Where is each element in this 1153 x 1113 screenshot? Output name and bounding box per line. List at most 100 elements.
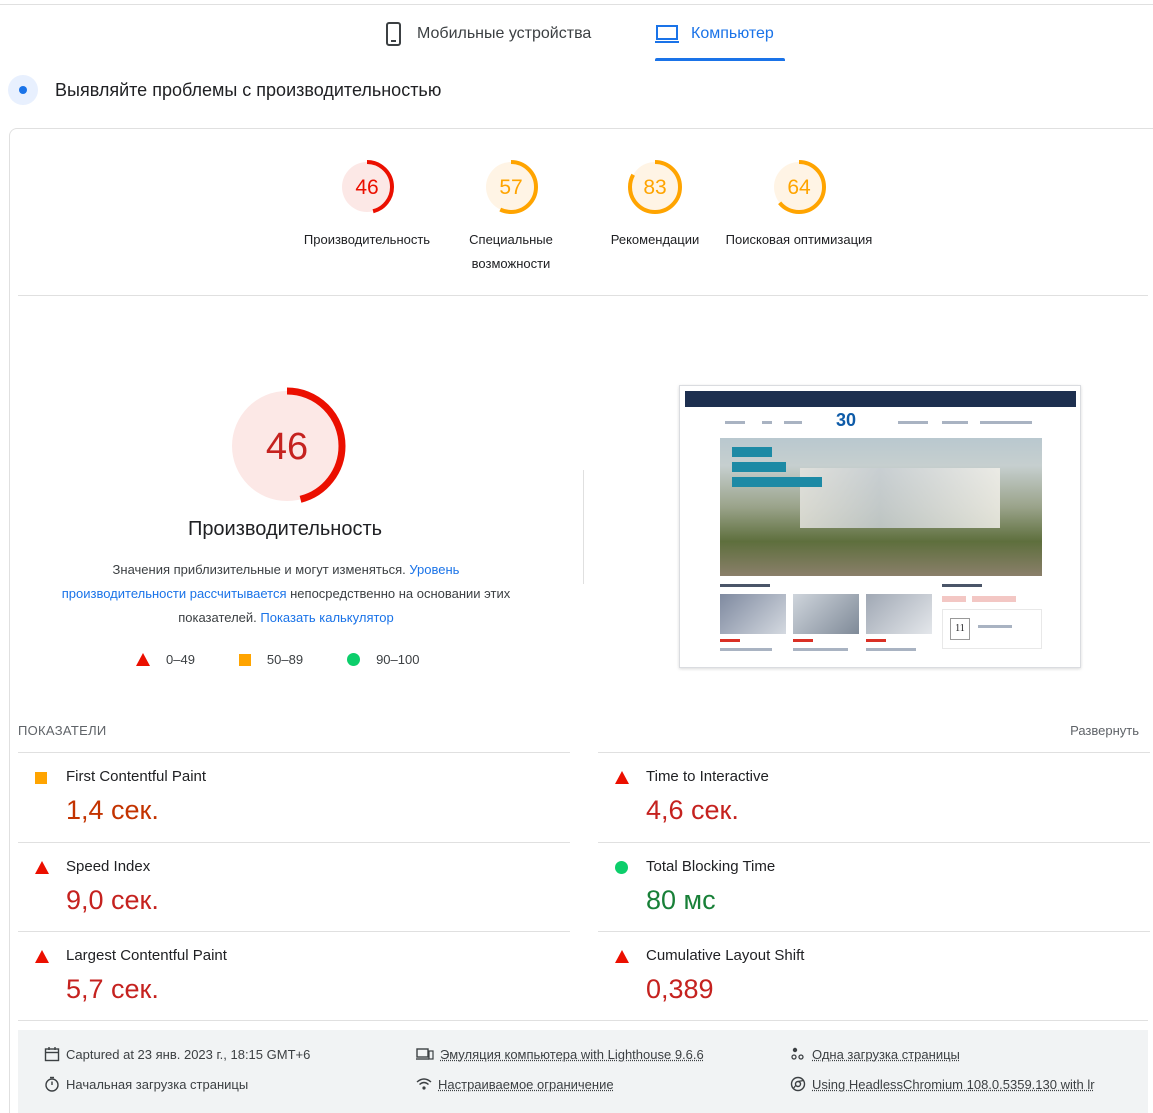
metrics-bottom-divider bbox=[18, 1020, 1148, 1021]
site-topbar bbox=[685, 391, 1076, 407]
score-value: 83 bbox=[643, 176, 666, 199]
captured-text: Captured at 23 янв. 2023 г., 18:15 GMT+6 bbox=[66, 1046, 311, 1062]
site-building-image bbox=[800, 468, 1000, 528]
site-news-title bbox=[793, 648, 848, 651]
square-icon bbox=[238, 653, 251, 666]
score-gauge-accessibility[interactable]: 57 Специальные возможности bbox=[436, 156, 586, 276]
single-load-text: Одна загрузка страницы bbox=[812, 1046, 960, 1062]
circle-icon bbox=[347, 653, 361, 666]
site-nav-item bbox=[784, 421, 802, 424]
fail-triangle-icon bbox=[615, 950, 629, 963]
timer-icon bbox=[44, 1076, 60, 1092]
score-gauges: 46 Производительность 57 Специальные возмож… bbox=[0, 156, 1153, 286]
fail-triangle-icon bbox=[35, 950, 49, 963]
score-gauge-performance[interactable]: 46 Производительность bbox=[292, 156, 442, 252]
score-label: Рекомендации bbox=[610, 232, 700, 247]
score-value: 64 bbox=[787, 176, 811, 199]
site-news-date bbox=[866, 639, 886, 642]
metric-status bbox=[35, 950, 49, 968]
metric-value: 80 мс bbox=[646, 884, 716, 915]
tab-desktop[interactable]: Компьютер bbox=[655, 22, 774, 62]
tab-mobile-label: Мобильные устройства bbox=[417, 25, 592, 42]
calendar-icon bbox=[44, 1046, 60, 1062]
single-load-info[interactable]: Одна загрузка страницы bbox=[790, 1046, 960, 1062]
tab-desktop-label: Компьютер bbox=[691, 25, 774, 42]
average-square-icon bbox=[35, 772, 47, 784]
chrome-icon bbox=[790, 1076, 806, 1092]
metric-name: Speed Index bbox=[66, 857, 151, 875]
metrics-title: ПОКАЗАТЕЛИ bbox=[18, 723, 107, 738]
metric-value: 4,6 сек. bbox=[646, 795, 739, 825]
throttling-text: Настраиваемое ограничение bbox=[438, 1076, 614, 1092]
active-tab-indicator bbox=[655, 58, 785, 61]
site-event-title bbox=[978, 625, 1012, 628]
metric-cumulative-layout-shift: Cumulative Layout Shift 0,389 bbox=[598, 931, 1150, 1021]
vertical-divider bbox=[583, 470, 584, 584]
devices-icon bbox=[416, 1046, 434, 1062]
metric-value: 5,7 сек. bbox=[66, 974, 159, 1004]
site-hero-tag bbox=[732, 462, 786, 472]
score-label: Специальные возможности bbox=[469, 232, 553, 271]
score-ring: 64 bbox=[772, 160, 826, 214]
laptop-icon bbox=[655, 22, 679, 46]
expand-toggle[interactable]: Развернуть bbox=[1070, 723, 1139, 738]
site-event-tab bbox=[942, 596, 966, 602]
smartphone-icon bbox=[383, 22, 405, 46]
performance-gauge[interactable]: 46 bbox=[226, 385, 348, 512]
wifi-icon bbox=[416, 1076, 432, 1092]
metric-name: First Contentful Paint bbox=[66, 768, 207, 785]
metric-value: 0,389 bbox=[646, 974, 714, 1004]
emulation-text: Эмуляция компьютера with Lighthouse 9.6.… bbox=[440, 1046, 704, 1062]
site-calendar-date: 11 bbox=[950, 618, 970, 640]
final-screenshot[interactable]: 30 11 bbox=[679, 385, 1081, 668]
site-section-title bbox=[720, 584, 770, 587]
site-news-date bbox=[720, 639, 740, 642]
score-value: 46 bbox=[355, 176, 378, 199]
throttling-info[interactable]: Настраиваемое ограничение bbox=[416, 1076, 614, 1092]
legend-average-range: 50–89 bbox=[266, 652, 304, 667]
score-ring: 83 bbox=[628, 160, 682, 214]
site-news-date bbox=[793, 639, 813, 642]
site-news-title bbox=[866, 648, 916, 651]
site-news-title bbox=[720, 648, 772, 651]
performance-ring: 46 bbox=[228, 387, 346, 505]
emulation-info[interactable]: Эмуляция компьютера with Lighthouse 9.6.… bbox=[416, 1046, 704, 1062]
site-news-image bbox=[866, 594, 932, 634]
legend-pass-range: 90–100 bbox=[376, 652, 420, 667]
pass-circle-icon bbox=[615, 860, 628, 874]
device-tabs: Мобильные устройства Компьютер bbox=[0, 14, 1153, 64]
performance-score-value: 46 bbox=[266, 426, 308, 468]
metrics-column-right: Time to Interactive 4,6 сек. Total Blockin… bbox=[598, 752, 1150, 1021]
page-title: Выявляйте проблемы с производительностью bbox=[55, 79, 442, 100]
site-event-card: 11 bbox=[942, 609, 1042, 649]
browser-info[interactable]: Using HeadlessChromium 108.0.5359.130 wi… bbox=[790, 1076, 1095, 1092]
score-label: Производительность bbox=[303, 232, 431, 247]
metric-total-blocking-time: Total Blocking Time 80 мс bbox=[598, 841, 1150, 932]
site-news-image bbox=[793, 594, 859, 634]
tab-mobile[interactable]: Мобильные устройства bbox=[383, 22, 591, 62]
score-ring: 46 bbox=[340, 160, 394, 214]
site-nav-item bbox=[762, 421, 772, 424]
legend-pass: 90–100 bbox=[347, 652, 419, 667]
site-nav-item bbox=[980, 421, 1032, 424]
lighthouse-icon bbox=[8, 75, 38, 105]
score-legend: 0–49 50–89 90–100 bbox=[136, 652, 463, 667]
metrics-column-left: First Contentful Paint 1,4 сек. Speed Inde… bbox=[18, 752, 570, 1021]
score-gauge-seo[interactable]: 64 Поисковая оптимизация bbox=[724, 156, 874, 252]
site-hero-tag bbox=[732, 447, 772, 457]
metric-status bbox=[35, 771, 47, 789]
metric-status bbox=[615, 771, 629, 789]
initial-load-text: Начальная загрузка страницы bbox=[66, 1076, 249, 1092]
metric-value: 1,4 сек. bbox=[66, 795, 159, 825]
fail-triangle-icon bbox=[615, 771, 629, 784]
fail-triangle-icon bbox=[35, 860, 49, 874]
diagnose-header: Выявляйте проблемы с производительностью bbox=[8, 75, 441, 105]
metric-speed-index: Speed Index 9,0 сек. bbox=[18, 841, 570, 932]
metric-name: Cumulative Layout Shift bbox=[646, 947, 805, 964]
site-event-tab bbox=[972, 596, 1016, 602]
top-divider bbox=[0, 4, 1153, 5]
score-gauge-best-practices[interactable]: 83 Рекомендации bbox=[580, 156, 730, 252]
score-value: 57 bbox=[499, 176, 522, 199]
show-calculator-link[interactable]: Показать калькулятор bbox=[260, 610, 393, 625]
captured-info: Captured at 23 янв. 2023 г., 18:15 GMT+6 bbox=[44, 1046, 310, 1062]
